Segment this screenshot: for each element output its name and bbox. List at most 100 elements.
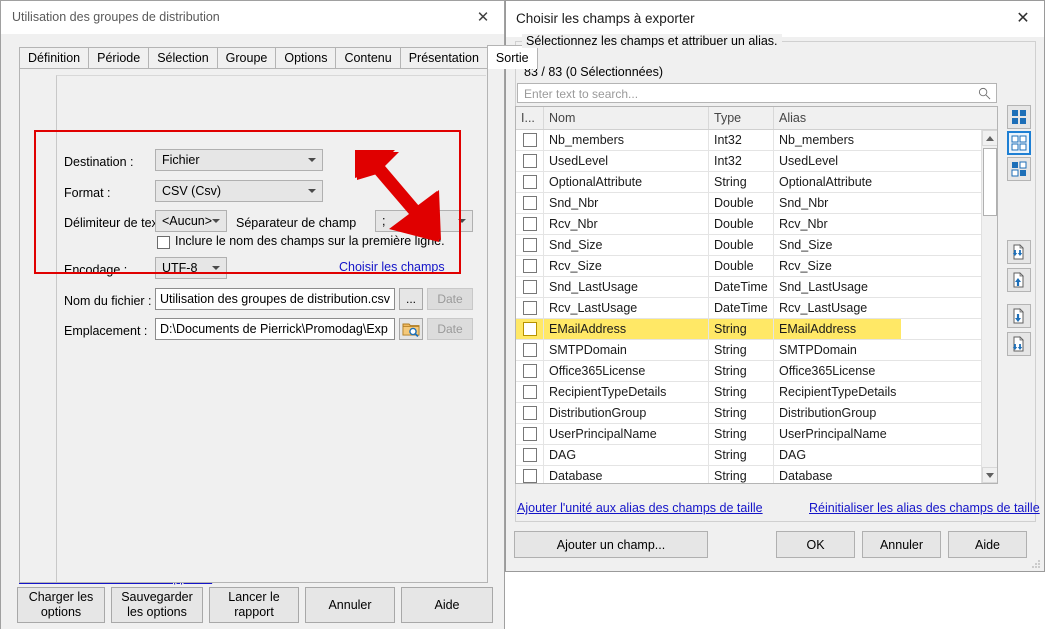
chevron-down-icon bbox=[308, 158, 316, 162]
scrollbar-thumb[interactable] bbox=[983, 148, 997, 216]
save-options-button[interactable]: Sauvegarder les options bbox=[111, 587, 203, 623]
column-header-type[interactable]: Type bbox=[709, 107, 774, 129]
row-checkbox[interactable] bbox=[523, 154, 537, 168]
left-window-titlebar: Utilisation des groupes de distribution … bbox=[1, 1, 504, 34]
invert-selection-icon[interactable] bbox=[1007, 157, 1031, 181]
table-row[interactable]: UsedLevel Int32 UsedLevel bbox=[516, 151, 997, 172]
move-up-icon[interactable] bbox=[1007, 268, 1031, 292]
encoding-select[interactable]: UTF-8 bbox=[155, 257, 227, 279]
move-to-top-icon[interactable] bbox=[1007, 240, 1031, 264]
select-all-icon[interactable] bbox=[1007, 105, 1031, 129]
table-scrollbar[interactable] bbox=[981, 130, 997, 483]
table-row[interactable]: EMailAddress String EMailAddress bbox=[516, 319, 997, 340]
help-button[interactable]: Aide bbox=[401, 587, 493, 623]
row-checkbox[interactable] bbox=[523, 175, 537, 189]
column-header-alias[interactable]: Alias bbox=[774, 107, 981, 129]
field-separator-select[interactable]: ; bbox=[375, 210, 473, 232]
row-name-cell: Snd_Size bbox=[544, 235, 709, 255]
table-row[interactable]: Snd_Nbr Double Snd_Nbr bbox=[516, 193, 997, 214]
load-options-button[interactable]: Charger les options bbox=[17, 587, 105, 623]
row-type-cell: DateTime bbox=[709, 298, 774, 318]
close-icon[interactable]: ✕ bbox=[468, 6, 498, 28]
table-row[interactable]: SMTPDomain String SMTPDomain bbox=[516, 340, 997, 361]
cancel-button-dialog[interactable]: Annuler bbox=[862, 531, 941, 558]
row-include-cell bbox=[516, 382, 544, 402]
help-button-dialog[interactable]: Aide bbox=[948, 531, 1027, 558]
move-down-icon[interactable] bbox=[1007, 304, 1031, 328]
search-icon bbox=[978, 87, 991, 100]
row-checkbox[interactable] bbox=[523, 469, 537, 483]
tab-groupe[interactable]: Groupe bbox=[216, 47, 277, 68]
text-delimiter-select[interactable]: <Aucun> bbox=[155, 210, 227, 232]
tab-page-sortie: Destination : Fichier Format : CSV (Csv)… bbox=[19, 68, 488, 583]
choose-fields-link[interactable]: Choisir les champs bbox=[339, 260, 445, 274]
browse-file-button[interactable]: ... bbox=[399, 288, 423, 310]
table-row[interactable]: Database String Database bbox=[516, 466, 997, 483]
location-input[interactable]: D:\Documents de Pierrick\Promodag\Exp bbox=[155, 318, 395, 340]
row-alias-cell: EMailAddress bbox=[779, 322, 857, 336]
row-checkbox[interactable] bbox=[523, 238, 537, 252]
close-icon[interactable]: ✕ bbox=[1008, 8, 1038, 30]
column-header-nom[interactable]: Nom bbox=[544, 107, 709, 129]
tab-selection[interactable]: Sélection bbox=[148, 47, 218, 68]
table-row[interactable]: Nb_members Int32 Nb_members bbox=[516, 130, 997, 151]
row-include-cell bbox=[516, 151, 544, 171]
tab-definition[interactable]: Définition bbox=[19, 47, 90, 68]
ok-button[interactable]: OK bbox=[776, 531, 855, 558]
row-checkbox[interactable] bbox=[523, 217, 537, 231]
table-row[interactable]: UserPrincipalName String UserPrincipalName bbox=[516, 424, 997, 445]
table-row[interactable]: Office365License String Office365License bbox=[516, 361, 997, 382]
left-window-body: Définition Période Sélection Groupe Opti… bbox=[1, 34, 538, 629]
row-checkbox[interactable] bbox=[523, 364, 537, 378]
row-checkbox[interactable] bbox=[523, 448, 537, 462]
row-checkbox[interactable] bbox=[523, 259, 537, 273]
row-checkbox[interactable] bbox=[523, 427, 537, 441]
row-checkbox[interactable] bbox=[523, 280, 537, 294]
row-checkbox[interactable] bbox=[523, 343, 537, 357]
add-unit-to-alias-link[interactable]: Ajouter l'unité aux alias des champs de … bbox=[517, 501, 763, 515]
resize-grip[interactable] bbox=[1031, 558, 1041, 568]
date-folder-button[interactable]: Date bbox=[427, 318, 473, 340]
tab-periode[interactable]: Période bbox=[88, 47, 150, 68]
row-checkbox[interactable] bbox=[523, 385, 537, 399]
table-row[interactable]: Snd_Size Double Snd_Size bbox=[516, 235, 997, 256]
encoding-label: Encodage : bbox=[64, 263, 128, 277]
include-header-checkbox[interactable] bbox=[157, 236, 170, 249]
reset-alias-link[interactable]: Réinitialiser les alias des champs de ta… bbox=[809, 501, 1040, 515]
move-to-bottom-icon[interactable] bbox=[1007, 332, 1031, 356]
destination-select[interactable]: Fichier bbox=[155, 149, 323, 171]
table-row[interactable]: DistributionGroup String DistributionGroup bbox=[516, 403, 997, 424]
add-field-button[interactable]: Ajouter un champ... bbox=[514, 531, 708, 558]
table-row[interactable]: Rcv_LastUsage DateTime Rcv_LastUsage bbox=[516, 298, 997, 319]
cancel-button[interactable]: Annuler bbox=[305, 587, 395, 623]
search-input[interactable]: Enter text to search... bbox=[517, 83, 997, 103]
row-checkbox[interactable] bbox=[523, 133, 537, 147]
table-row[interactable]: Rcv_Size Double Rcv_Size bbox=[516, 256, 997, 277]
browse-folder-button[interactable] bbox=[399, 318, 423, 340]
row-checkbox[interactable] bbox=[523, 406, 537, 420]
scroll-up-button[interactable] bbox=[982, 130, 997, 146]
scroll-down-button[interactable] bbox=[982, 467, 997, 483]
row-checkbox[interactable] bbox=[523, 322, 537, 336]
load-options-line2: options bbox=[40, 605, 82, 619]
tab-sortie[interactable]: Sortie bbox=[486, 45, 538, 69]
table-row[interactable]: RecipientTypeDetails String RecipientTypeD… bbox=[516, 382, 997, 403]
row-checkbox[interactable] bbox=[523, 196, 537, 210]
row-name-cell: Database bbox=[544, 466, 709, 483]
deselect-all-icon[interactable] bbox=[1007, 131, 1031, 155]
tab-contenu[interactable]: Contenu bbox=[335, 47, 401, 68]
tab-presentation[interactable]: Présentation bbox=[399, 47, 488, 68]
row-name-cell: Rcv_LastUsage bbox=[544, 298, 709, 318]
table-row[interactable]: OptionalAttribute String OptionalAttribute bbox=[516, 172, 997, 193]
run-report-button[interactable]: Lancer le rapport bbox=[209, 587, 299, 623]
format-select[interactable]: CSV (Csv) bbox=[155, 180, 323, 202]
right-dialog-title: Choisir les champs à exporter bbox=[516, 11, 695, 26]
row-checkbox[interactable] bbox=[523, 301, 537, 315]
date-file-button[interactable]: Date bbox=[427, 288, 473, 310]
column-header-include[interactable]: I... bbox=[516, 107, 544, 129]
table-row[interactable]: Rcv_Nbr Double Rcv_Nbr bbox=[516, 214, 997, 235]
table-row[interactable]: Snd_LastUsage DateTime Snd_LastUsage bbox=[516, 277, 997, 298]
filename-input[interactable]: Utilisation des groupes de distribution.… bbox=[155, 288, 395, 310]
tab-options[interactable]: Options bbox=[275, 47, 337, 68]
table-row[interactable]: DAG String DAG bbox=[516, 445, 997, 466]
